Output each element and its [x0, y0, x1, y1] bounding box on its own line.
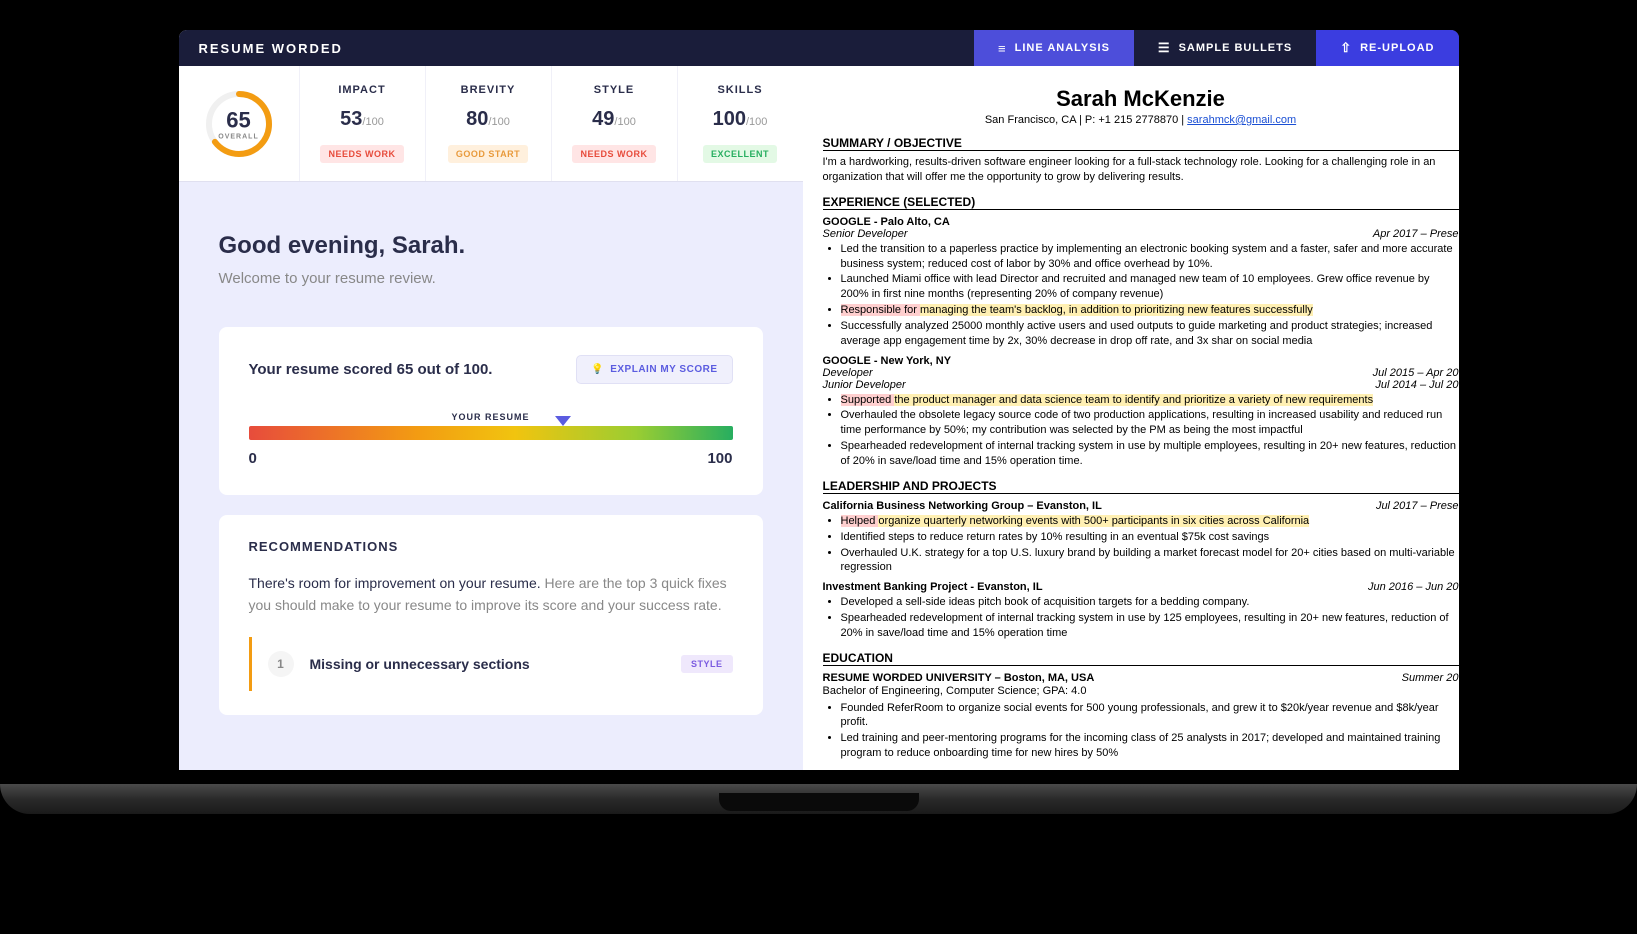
lightbulb-icon: 💡: [591, 364, 604, 375]
metric-max: /100: [362, 116, 383, 128]
school-dates: Summer 20: [1402, 672, 1459, 684]
resume-bullet[interactable]: Identified steps to reduce return rates …: [841, 530, 1459, 545]
metric-title: SKILLS: [688, 84, 793, 96]
resume-bullet[interactable]: Successfully analyzed 25000 monthly acti…: [841, 319, 1459, 349]
greeting-title: Good evening, Sarah.: [219, 232, 763, 260]
scale-max: 100: [707, 450, 732, 467]
job-subheader: Junior DeveloperJul 2014 – Jul 20: [823, 379, 1459, 391]
project-header: California Business Networking Group – E…: [823, 500, 1459, 512]
resume-bullet[interactable]: Developed a sell-side ideas pitch book o…: [841, 595, 1459, 610]
metric-style[interactable]: STYLE 49/100 NEEDS WORK: [551, 66, 677, 181]
greeting-subtitle: Welcome to your resume review.: [219, 270, 763, 287]
metric-score: 53: [340, 108, 362, 130]
topbar: RESUME WORDED ≡ LINE ANALYSIS ☰ SAMPLE B…: [179, 30, 1459, 66]
resume-preview[interactable]: Sarah McKenzie San Francisco, CA | P: +1…: [803, 66, 1459, 770]
resume-bullet[interactable]: Helped organize quarterly networking eve…: [841, 514, 1459, 529]
resume-bullet[interactable]: Led the transition to a paperless practi…: [841, 242, 1459, 272]
metric-title: IMPACT: [310, 84, 415, 96]
rec-text: Missing or unnecessary sections: [310, 656, 681, 672]
score-bar: 65 OVERALL IMPACT 53/100 NEEDS WORKBREVI…: [179, 66, 803, 182]
metric-badge: GOOD START: [448, 145, 528, 163]
metric-max: /100: [746, 116, 767, 128]
resume-bullet[interactable]: Overhauled U.K. strategy for a top U.S. …: [841, 546, 1459, 576]
metric-title: BREVITY: [436, 84, 541, 96]
metric-skills[interactable]: SKILLS 100/100 EXCELLENT: [677, 66, 803, 181]
resume-bullet[interactable]: Spearheaded redevelopment of internal tr…: [841, 611, 1459, 641]
overall-score: 65 OVERALL: [179, 66, 299, 181]
job-subheader: DeveloperJul 2015 – Apr 20: [823, 367, 1459, 379]
metric-badge: NEEDS WORK: [572, 145, 655, 163]
metric-max: /100: [488, 116, 509, 128]
scale-min: 0: [249, 450, 257, 467]
score-card-title: Your resume scored 65 out of 100.: [249, 361, 493, 378]
rec-number: 1: [268, 651, 294, 677]
metric-max: /100: [614, 116, 635, 128]
section-summary: SUMMARY / OBJECTIVE: [823, 136, 1459, 151]
resume-contact: San Francisco, CA | P: +1 215 2778870 | …: [823, 114, 1459, 126]
metric-score: 80: [466, 108, 488, 130]
tab-sample-bullets[interactable]: ☰ SAMPLE BULLETS: [1134, 30, 1316, 66]
score-card: Your resume scored 65 out of 100. 💡 EXPL…: [219, 327, 763, 495]
button-label: EXPLAIN MY SCORE: [610, 364, 717, 375]
section-leadership: LEADERSHIP AND PROJECTS: [823, 479, 1459, 494]
resume-bullet[interactable]: Founded ReferRoom to organize social eve…: [841, 701, 1459, 731]
resume-bullet[interactable]: Supported the product manager and data s…: [841, 393, 1459, 408]
score-gradient: [249, 426, 733, 440]
tab-line-analysis[interactable]: ≡ LINE ANALYSIS: [974, 30, 1134, 66]
tab-label: LINE ANALYSIS: [1015, 42, 1110, 54]
reupload-button[interactable]: ⇧ RE-UPLOAD: [1316, 30, 1458, 66]
upload-icon: ⇧: [1340, 40, 1352, 56]
resume-bullet[interactable]: Spearheaded redevelopment of internal tr…: [841, 439, 1459, 469]
resume-bullet[interactable]: Led training and peer-mentoring programs…: [841, 731, 1459, 761]
line-analysis-icon: ≡: [998, 41, 1007, 56]
your-resume-label: YOUR RESUME: [249, 412, 733, 422]
school-name: RESUME WORDED UNIVERSITY – Boston, MA, U…: [823, 672, 1095, 684]
project-header: Investment Banking Project - Evanston, I…: [823, 581, 1459, 593]
left-panel: 65 OVERALL IMPACT 53/100 NEEDS WORKBREVI…: [179, 66, 803, 770]
recommendation-item[interactable]: 1 Missing or unnecessary sections STYLE: [249, 637, 733, 691]
recommendations-card: RECOMMENDATIONS There's room for improve…: [219, 515, 763, 715]
tab-label: SAMPLE BULLETS: [1179, 42, 1293, 54]
degree: Bachelor of Engineering, Computer Scienc…: [823, 684, 1459, 699]
summary-text: I'm a hardworking, results-driven softwa…: [823, 155, 1459, 185]
resume-name: Sarah McKenzie: [823, 86, 1459, 112]
resume-bullet[interactable]: Overhauled the obsolete legacy source co…: [841, 408, 1459, 438]
metric-score: 49: [592, 108, 614, 130]
overall-score-value: 65: [218, 107, 258, 133]
list-icon: ☰: [1158, 40, 1171, 56]
greeting: Good evening, Sarah. Welcome to your res…: [179, 182, 803, 307]
job-subheader: Senior DeveloperApr 2017 – Prese: [823, 228, 1459, 240]
resume-bullet[interactable]: Launched Miami office with lead Director…: [841, 272, 1459, 302]
job-header: GOOGLE - Palo Alto, CA: [823, 216, 1459, 228]
metric-impact[interactable]: IMPACT 53/100 NEEDS WORK: [299, 66, 425, 181]
resume-bullet[interactable]: Responsible for managing the team's back…: [841, 303, 1459, 318]
resume-email-link[interactable]: sarahmck@gmail.com: [1187, 114, 1296, 126]
section-education: EDUCATION: [823, 651, 1459, 666]
section-experience: EXPERIENCE (SELECTED): [823, 195, 1459, 210]
overall-score-label: OVERALL: [218, 133, 258, 140]
brand-logo: RESUME WORDED: [179, 30, 363, 66]
score-marker: [555, 416, 571, 426]
metric-badge: NEEDS WORK: [320, 145, 403, 163]
metric-score: 100: [713, 108, 746, 130]
job-header: GOOGLE - New York, NY: [823, 355, 1459, 367]
recommendations-intro: There's room for improvement on your res…: [249, 572, 733, 617]
metric-title: STYLE: [562, 84, 667, 96]
rec-badge: STYLE: [681, 655, 733, 673]
button-label: RE-UPLOAD: [1360, 42, 1434, 54]
explain-score-button[interactable]: 💡 EXPLAIN MY SCORE: [576, 355, 732, 384]
metric-badge: EXCELLENT: [703, 145, 777, 163]
recommendations-title: RECOMMENDATIONS: [249, 539, 733, 554]
metric-brevity[interactable]: BREVITY 80/100 GOOD START: [425, 66, 551, 181]
